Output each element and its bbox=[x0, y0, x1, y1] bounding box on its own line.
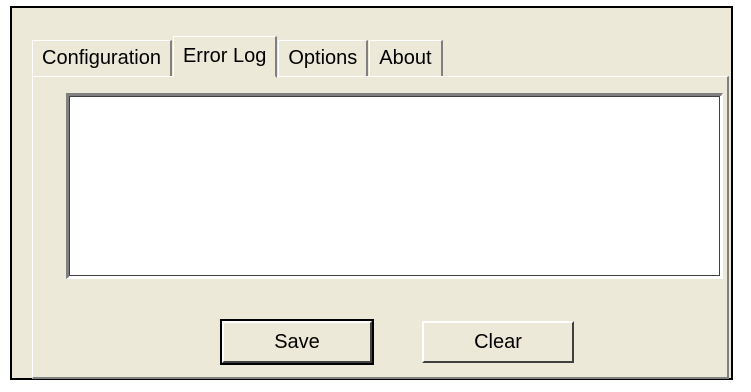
tab-options[interactable]: Options bbox=[278, 40, 369, 76]
error-log-dialog: Configuration Error Log Options About Sa… bbox=[10, 6, 733, 380]
save-button[interactable]: Save bbox=[220, 319, 374, 365]
clear-button[interactable]: Clear bbox=[422, 321, 574, 363]
error-log-panel: Save Clear bbox=[32, 76, 729, 379]
tab-error-log[interactable]: Error Log bbox=[172, 36, 278, 78]
error-log-text-area[interactable] bbox=[66, 93, 723, 279]
tab-strip: Configuration Error Log Options About bbox=[32, 34, 444, 78]
tab-about[interactable]: About bbox=[369, 40, 443, 76]
tab-configuration[interactable]: Configuration bbox=[32, 40, 172, 76]
